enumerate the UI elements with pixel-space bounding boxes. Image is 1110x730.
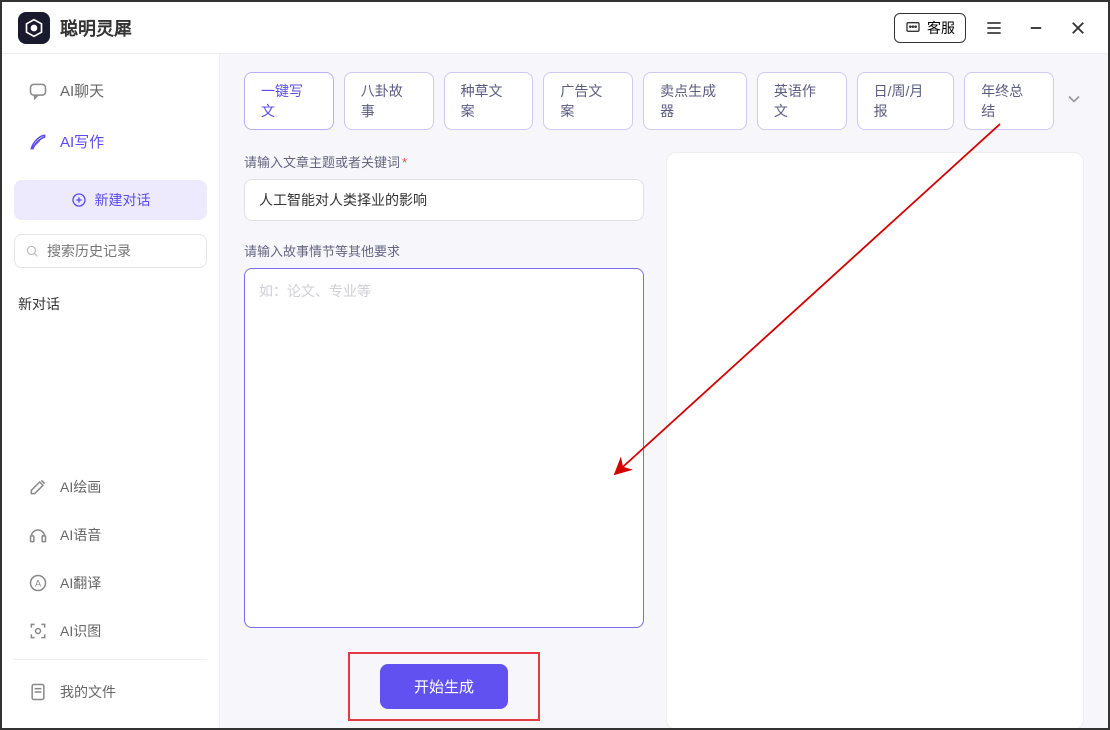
feather-icon bbox=[28, 132, 48, 152]
search-icon bbox=[25, 243, 39, 259]
scan-icon bbox=[28, 621, 48, 641]
customer-service-button[interactable]: 客服 bbox=[894, 13, 966, 43]
nav-ai-chat[interactable]: AI聊天 bbox=[14, 68, 207, 113]
extra-field-label: 请输入故事情节等其他要求 bbox=[244, 241, 644, 260]
main-content: 一键写文 八卦故事 种草文案 广告文案 卖点生成器 英语作文 日/周/月报 年终… bbox=[220, 54, 1108, 728]
svg-text:A: A bbox=[35, 578, 42, 588]
minimize-button[interactable] bbox=[1022, 14, 1050, 42]
translate-icon: A bbox=[28, 573, 48, 593]
minimize-icon bbox=[1027, 19, 1045, 37]
new-chat-label: 新建对话 bbox=[95, 190, 151, 210]
chevron-down-icon bbox=[1064, 89, 1084, 109]
nav-ai-writing[interactable]: AI写作 bbox=[14, 119, 207, 164]
category-chip[interactable]: 广告文案 bbox=[543, 72, 633, 130]
titlebar: 聪明灵犀 客服 bbox=[2, 2, 1108, 54]
customer-service-label: 客服 bbox=[927, 18, 955, 38]
sidebar: AI聊天 AI写作 新建对话 bbox=[2, 54, 220, 728]
output-panel bbox=[666, 152, 1084, 728]
category-chip[interactable]: 日/周/月报 bbox=[857, 72, 955, 130]
generate-button[interactable]: 开始生成 bbox=[380, 664, 508, 709]
app-logo bbox=[18, 12, 50, 44]
app-name: 聪明灵犀 bbox=[60, 15, 132, 41]
search-box[interactable] bbox=[14, 234, 207, 268]
file-icon bbox=[28, 682, 48, 702]
category-chip[interactable]: 英语作文 bbox=[757, 72, 847, 130]
chat-icon bbox=[905, 20, 921, 36]
nav-ai-draw[interactable]: AI绘画 bbox=[14, 465, 207, 509]
category-chip[interactable]: 一键写文 bbox=[244, 72, 334, 130]
nav-ai-voice[interactable]: AI语音 bbox=[14, 513, 207, 557]
nav-label: AI语音 bbox=[60, 525, 101, 545]
history-item[interactable]: 新对话 bbox=[14, 284, 207, 324]
search-input[interactable] bbox=[47, 243, 196, 259]
nav-ai-ocr[interactable]: AI识图 bbox=[14, 609, 207, 653]
new-chat-button[interactable]: 新建对话 bbox=[14, 180, 207, 220]
category-chip[interactable]: 年终总结 bbox=[964, 72, 1054, 130]
nav-label: AI绘画 bbox=[60, 477, 101, 497]
plus-circle-icon bbox=[71, 192, 87, 208]
close-icon bbox=[1069, 19, 1087, 37]
category-row: 一键写文 八卦故事 种草文案 广告文案 卖点生成器 英语作文 日/周/月报 年终… bbox=[244, 72, 1084, 130]
category-chip[interactable]: 种草文案 bbox=[444, 72, 534, 130]
category-chip[interactable]: 卖点生成器 bbox=[643, 72, 747, 130]
extra-textarea[interactable] bbox=[244, 268, 644, 628]
chat-bubble-icon bbox=[28, 81, 48, 101]
nav-ai-translate[interactable]: A AI翻译 bbox=[14, 561, 207, 605]
nav-my-files[interactable]: 我的文件 bbox=[14, 670, 207, 714]
menu-button[interactable] bbox=[980, 14, 1008, 42]
headphone-icon bbox=[28, 525, 48, 545]
nav-label: AI写作 bbox=[60, 131, 104, 152]
title-field-label: 请输入文章主题或者关键词* bbox=[244, 152, 644, 171]
submit-highlight-box: 开始生成 bbox=[348, 652, 540, 721]
close-button[interactable] bbox=[1064, 14, 1092, 42]
brush-icon bbox=[28, 477, 48, 497]
nav-label: AI翻译 bbox=[60, 573, 101, 593]
nav-label: AI识图 bbox=[60, 621, 101, 641]
category-chip[interactable]: 八卦故事 bbox=[344, 72, 434, 130]
title-input[interactable] bbox=[244, 179, 644, 221]
expand-categories-button[interactable] bbox=[1064, 89, 1084, 114]
nav-label: AI聊天 bbox=[60, 80, 104, 101]
nav-label: 我的文件 bbox=[60, 682, 116, 702]
menu-icon bbox=[984, 18, 1004, 38]
